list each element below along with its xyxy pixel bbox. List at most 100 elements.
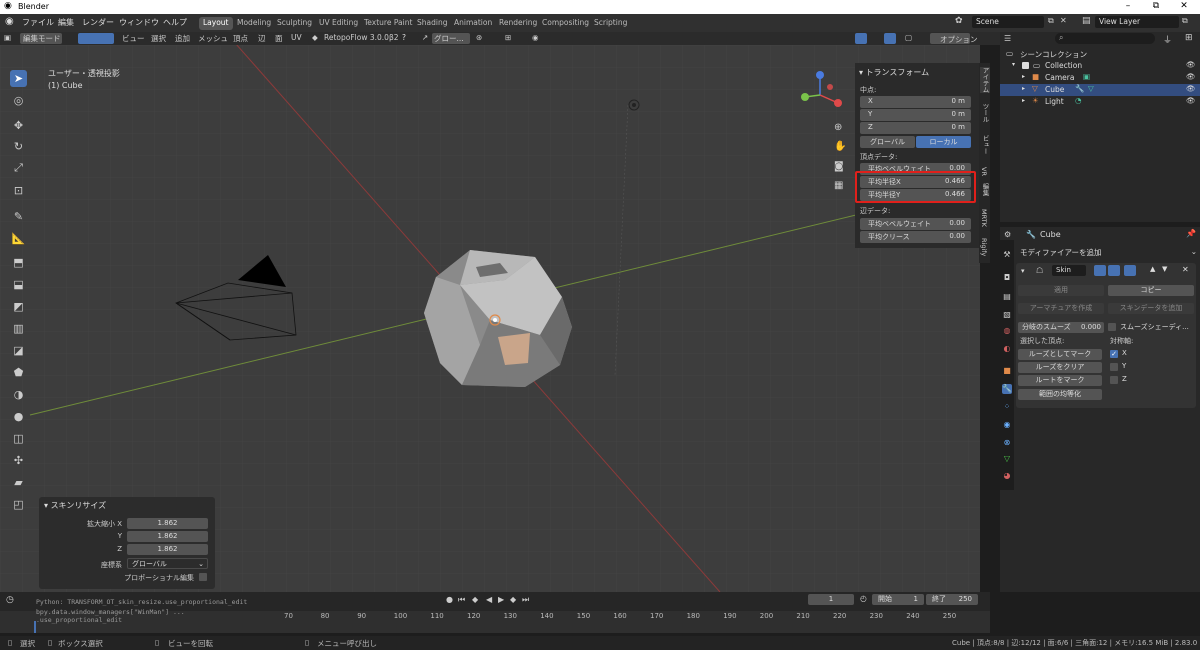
start-frame-field[interactable]: 開始 1 [872,594,924,605]
maximize-button[interactable]: ⧉ [1146,1,1166,11]
tab-shading[interactable]: Shading [413,17,451,30]
copy-icon[interactable]: ⧉ [1182,16,1188,26]
outliner-cube[interactable]: ▸ ▽ Cube 🔧 ▽ 👁 [1000,84,1200,96]
pin-icon[interactable]: 📌 [1186,229,1196,238]
scale-x-field[interactable]: 1.862 [127,518,208,529]
play-reverse-icon[interactable]: ◀ [486,595,492,604]
outliner-search-input[interactable]: ⌕ [1055,33,1155,44]
clear-loose-button[interactable]: ルーズをクリア [1018,362,1102,373]
expand-icon[interactable]: ▸ [1022,73,1025,80]
tab-rigify[interactable]: Rigify [980,238,988,256]
record-icon[interactable]: ● [446,595,453,604]
viewport-toggle[interactable] [1108,265,1120,276]
spin-icon[interactable]: ◑ [10,386,27,403]
menu-add[interactable]: 追加 [175,33,190,44]
mode-selector[interactable]: 編集モード [20,33,62,44]
camera-view-icon[interactable]: ◙ [834,161,844,172]
expand-icon[interactable]: ▾ [1012,61,1015,68]
collapse-icon[interactable]: ▾ [1021,267,1025,275]
eye-icon[interactable]: 👁 [1186,84,1196,93]
next-keyframe-icon[interactable]: ◆ [510,595,516,604]
tab-animation[interactable]: Animation [450,17,496,30]
mark-root-button[interactable]: ルートをマーク [1018,375,1102,386]
scale-z-field[interactable]: 1.862 [127,544,208,555]
move-down-icon[interactable]: ▼ [1162,265,1167,273]
menu-face[interactable]: 面 [275,33,283,44]
add-modifier-dropdown[interactable]: モディファイアーを追加 ⌄ [1016,247,1200,259]
outliner-editor-icon[interactable]: ☰ [1004,34,1011,43]
pivot-icon[interactable]: ⊛ [476,33,482,42]
close-button[interactable]: ✕ [1174,1,1194,11]
apply-button[interactable]: 適用 [1018,285,1104,296]
view-layer-tab-icon[interactable]: ▧ [1002,310,1012,320]
filter-icon[interactable]: ⏚ [1163,33,1172,46]
current-frame-field[interactable]: 1 [808,594,854,605]
remove-modifier-icon[interactable]: ✕ [1182,265,1189,274]
modifier-name-field[interactable]: Skin [1052,265,1086,276]
menu-help[interactable]: ヘルプ [163,17,187,28]
select-mode-buttons[interactable] [78,33,114,44]
cursor-icon[interactable]: ◎ [10,92,27,109]
move-up-icon[interactable]: ▲ [1150,265,1155,273]
outliner-camera[interactable]: ▸ ■ Camera ▣ 👁 [1000,72,1200,84]
tab-edit[interactable]: 編集 [980,183,990,196]
poly-build-icon[interactable]: ⬟ [10,364,27,381]
symmetry-z-checkbox[interactable] [1110,376,1118,384]
overlay-toggle[interactable] [884,33,896,44]
annotate-icon[interactable]: ✎ [10,208,27,225]
median-z-field[interactable]: Z 0 m [860,122,971,134]
scale-icon[interactable]: ⤢ [10,159,27,176]
render-toggle[interactable] [1124,265,1136,276]
edge-slide-icon[interactable]: ◫ [10,430,27,447]
blender-menu-icon[interactable]: ◉ [5,16,14,27]
tab-view[interactable]: ビュー [980,135,990,155]
gizmo-toggle[interactable] [855,33,867,44]
addon-retopoflow[interactable]: RetopoFlow 3.0.0β2 [324,33,399,42]
tab-scripting[interactable]: Scripting [590,17,631,30]
local-button[interactable]: ローカル [916,136,971,148]
xray-icon[interactable]: ▢ [905,33,912,42]
edit-mode-toggle[interactable] [1094,265,1106,276]
loop-cut-icon[interactable]: ▥ [10,320,27,337]
snap-icon[interactable]: ⊞ [505,33,511,42]
scale-y-field[interactable]: 1.862 [127,531,208,542]
editor-type-icon[interactable]: ▣ [4,33,11,42]
outliner-collection[interactable]: ▾ ▭ Collection 👁 [1000,60,1200,72]
menu-window[interactable]: ウィンドウ [119,17,159,28]
global-button[interactable]: グローバル [860,136,915,148]
eye-icon[interactable]: 👁 [1186,72,1196,81]
move-icon[interactable]: ✥ [10,117,27,134]
object-tab-icon[interactable]: ■ [1002,366,1012,376]
new-collection-icon[interactable]: ⊞ [1185,33,1193,43]
tab-compositing[interactable]: Compositing [538,17,593,30]
copy-button[interactable]: コピー [1108,285,1194,296]
menu-mesh[interactable]: メッシュ [198,33,228,44]
rip-region-icon[interactable]: ◰ [10,496,27,513]
median-y-field[interactable]: Y 0 m [860,109,971,121]
proportional-icon[interactable]: ◉ [532,33,539,42]
transform-icon[interactable]: ⊡ [10,182,27,199]
edge-bevel-weight-field[interactable]: 平均ベベルウェイト 0.00 [860,218,971,230]
tab-texture-paint[interactable]: Texture Paint [360,17,416,30]
create-armature-button[interactable]: アーマチュアを作成 [1018,303,1104,314]
expand-icon[interactable]: ▸ [1022,85,1025,92]
properties-editor-icon[interactable]: ⚙ [1004,230,1011,239]
rotate-icon[interactable]: ↻ [10,138,27,155]
constraints-tab-icon[interactable]: ⊗ [1002,438,1012,448]
tab-sculpting[interactable]: Sculpting [273,17,316,30]
edge-crease-field[interactable]: 平均クリース 0.00 [860,231,971,243]
branch-smoothing-field[interactable]: 分岐のスムーズ 0.000 [1018,322,1104,333]
proportional-edit-checkbox[interactable] [199,573,207,581]
select-box-icon[interactable]: ➤ [10,70,27,87]
menu-view[interactable]: ビュー [122,33,145,44]
menu-file[interactable]: ファイル [22,17,54,28]
physics-tab-icon[interactable]: ◉ [1002,420,1012,430]
tab-layout[interactable]: Layout [199,17,233,30]
outliner-scene-collection[interactable]: ▭ シーンコレクション [1000,48,1200,60]
extrude-icon[interactable]: ⬒ [10,254,27,271]
smooth-shading-checkbox[interactable] [1108,323,1116,331]
prev-keyframe-icon[interactable]: ◆ [472,595,478,604]
scene-tab-icon[interactable]: ◍ [1002,326,1012,336]
close-icon[interactable]: ✕ [1060,16,1067,25]
render-tab-icon[interactable]: ◘ [1002,273,1012,283]
